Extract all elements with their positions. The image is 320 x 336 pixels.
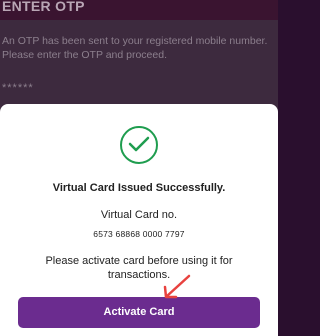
otp-input[interactable]: ****** (2, 82, 34, 94)
virtual-card-number: 6573 68868 0000 7797 (93, 229, 185, 239)
activation-note: Please activate card before using it for… (45, 255, 233, 281)
otp-page-title: ENTER OTP (2, 0, 85, 14)
annotation-arrow-icon (163, 274, 191, 299)
virtual-card-label: Virtual Card no. (100, 209, 178, 221)
check-circle-icon (120, 126, 158, 164)
success-title: Virtual Card Issued Successfully. (52, 182, 226, 194)
otp-sent-message: An OTP has been sent to your registered … (2, 35, 268, 61)
activate-card-button[interactable]: Activate Card (18, 297, 260, 328)
